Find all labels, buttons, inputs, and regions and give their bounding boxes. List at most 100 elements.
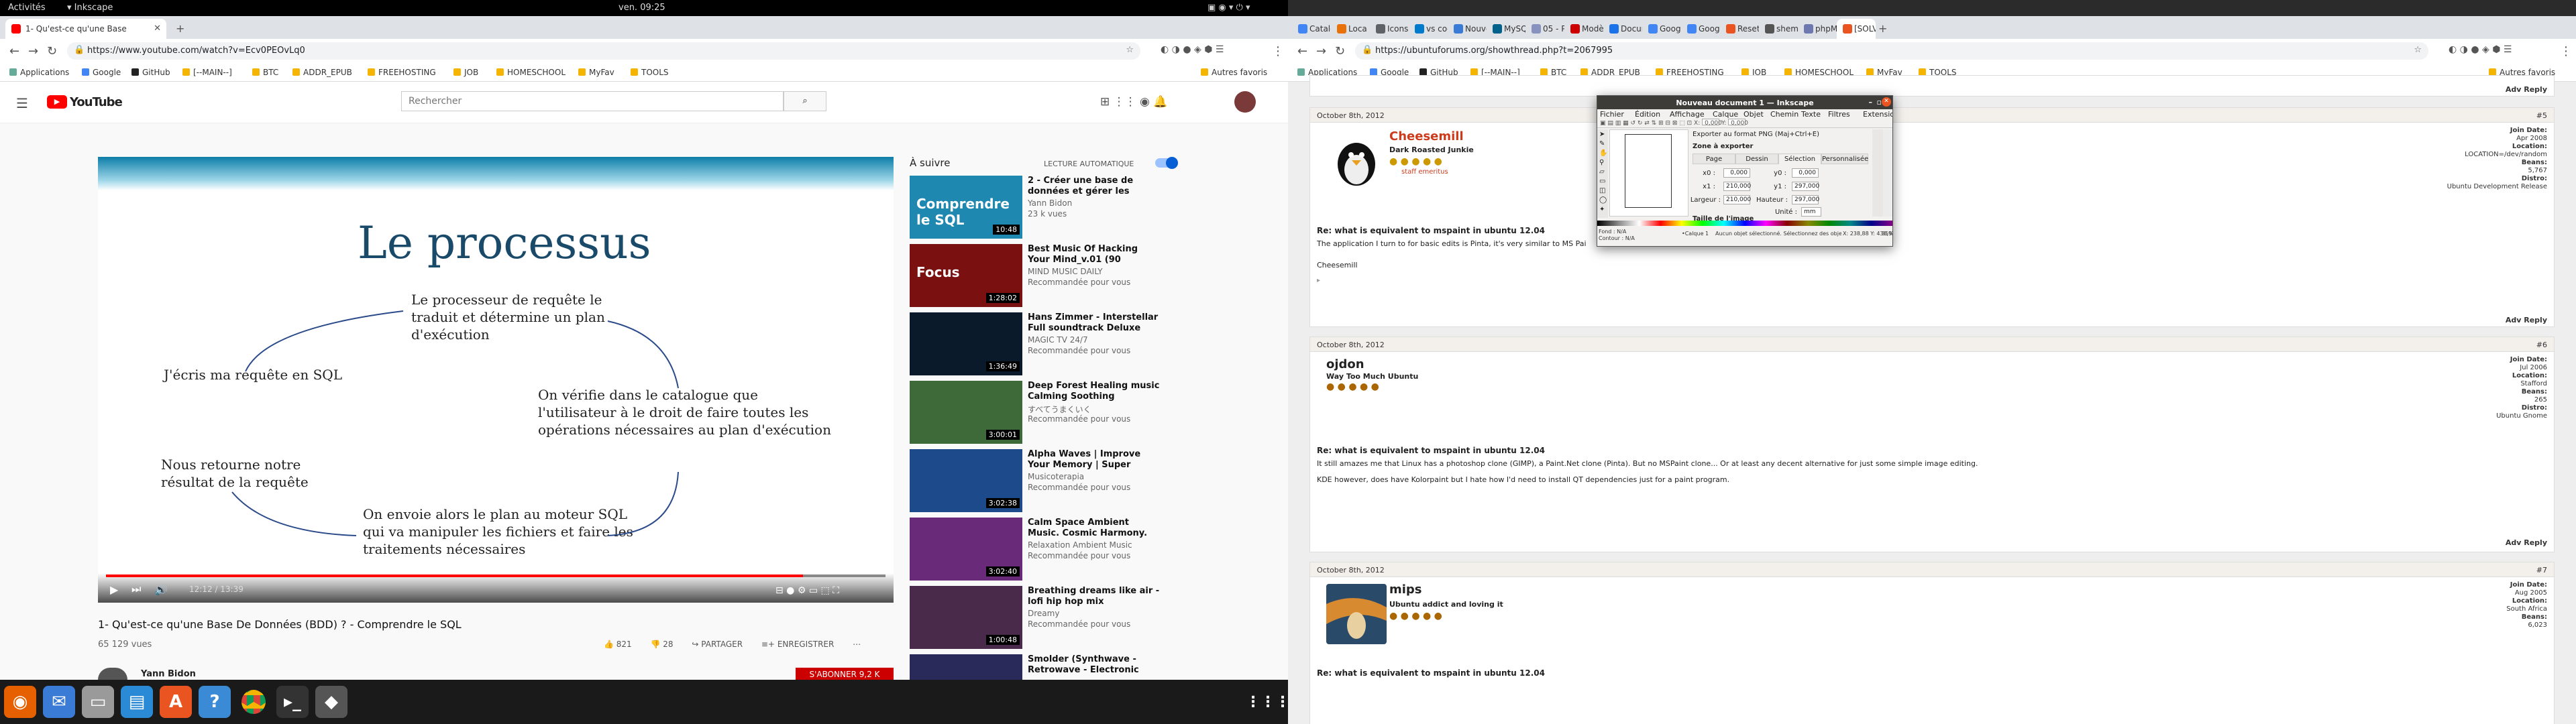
bookmark-job[interactable]: JOB [453, 68, 478, 77]
adv-reply-button[interactable]: Adv Reply [2506, 316, 2547, 324]
bookmark-myfav[interactable]: MyFav [578, 68, 614, 77]
suggestion-item[interactable]: Focus 1:28:02 Best Music Of Hacking Your M… [910, 244, 1272, 308]
youtube-logo-icon[interactable]: ▶ [47, 95, 67, 109]
firefox-icon[interactable]: ◉ [4, 686, 36, 718]
inkscape-toolbar[interactable]: ▣ ▤ ▥ ▦ ↺ ↻ ⇄ ⇅ ⊞ ⊟ ⊠ ⬚ ⊡ X: 0,000 Y: 0,… [1597, 119, 1892, 128]
y1-input[interactable]: 297,000 [1792, 182, 1819, 191]
browser-tab[interactable]: phpMy [1798, 19, 1837, 39]
username[interactable]: ojdon [1326, 357, 1364, 371]
subscribe-button[interactable]: S'ABONNER 9,2 K [796, 668, 894, 680]
menu-item-5[interactable]: Chemin [1770, 110, 1799, 119]
unit-select[interactable]: mm [1801, 207, 1821, 217]
export-tab-page[interactable]: Page [1693, 154, 1735, 164]
suggestion-title[interactable]: 2 - Créer une base de données et gérer l… [1028, 176, 1162, 197]
tab-youtube[interactable]: 1- Qu'est-ce qu'une Base ✕ [5, 19, 166, 39]
header-icons[interactable]: ⊞ ⋮⋮ ◉ 🔔 [1100, 95, 1167, 109]
browser-tab[interactable]: Modèle [1564, 19, 1603, 39]
bookmark-homeschool[interactable]: HOMESCHOOL [496, 68, 566, 77]
suggestion-title[interactable]: Alpha Waves | Improve Your Memory | Supe… [1028, 449, 1162, 471]
files-icon[interactable]: ▭ [82, 686, 114, 718]
search-button[interactable]: ⌕ [784, 91, 826, 111]
minimize-icon[interactable]: – [1869, 98, 1873, 107]
reload-icon[interactable]: ↻ [47, 44, 57, 58]
suggestion-thumbnail[interactable]: Comprendre le SQL 10:48 [910, 176, 1022, 239]
bookmark-btc[interactable]: BTC [252, 68, 278, 77]
x1-input[interactable]: 210,000 [1723, 182, 1751, 191]
post-number[interactable]: #5 [2536, 111, 2547, 120]
menu-item-3[interactable]: Calque [1713, 110, 1738, 119]
progress-bar[interactable] [106, 575, 885, 577]
export-tab-selection[interactable]: Sélection [1778, 154, 1821, 164]
user-avatar[interactable] [1326, 584, 1387, 644]
menu-item-0[interactable]: Fichier [1600, 110, 1624, 119]
new-tab-icon[interactable]: + [176, 22, 184, 35]
clock[interactable]: ven. 09:25 [619, 3, 665, 13]
select-tool-icon[interactable]: ➤ [1599, 131, 1605, 138]
reload-icon[interactable]: ↻ [1335, 44, 1345, 58]
suggestion-item[interactable]: 3:02:40 Calm Space Ambient Music. Cosmic … [910, 518, 1272, 582]
writer-icon[interactable]: ▤ [121, 686, 153, 718]
terminal-icon[interactable]: ▸_ [276, 686, 309, 718]
menu-icon[interactable]: ⋮ [1272, 44, 1284, 58]
inkscape-icon[interactable]: ◆ [315, 686, 347, 718]
bookmark-addr-epub[interactable]: ADDR_EPUB [292, 68, 352, 77]
zoom-level[interactable]: 35% [1882, 231, 1892, 237]
system-tray-icons[interactable]: ▣ ◉ ▾ ⏻ ▾ [1208, 3, 1250, 13]
suggestion-thumbnail[interactable] [910, 654, 1022, 680]
activities-button[interactable]: Activités [8, 3, 46, 13]
avatar[interactable] [1234, 91, 1256, 113]
post-number[interactable]: #6 [2536, 341, 2547, 349]
user-avatar[interactable] [1326, 129, 1387, 190]
play-icon[interactable]: ▶ [110, 583, 118, 596]
suggestion-title[interactable]: Breathing dreams like air - lofi hip hop… [1028, 586, 1162, 607]
forward-icon[interactable]: → [28, 44, 38, 58]
channel-name[interactable]: Yann Bidon [141, 669, 196, 679]
browser-tab[interactable]: 05 - PH [1525, 19, 1564, 39]
back-icon[interactable]: ← [9, 44, 19, 58]
menu-item-4[interactable]: Objet [1743, 110, 1764, 119]
expand-icon[interactable]: ▸ [1317, 277, 1320, 284]
browser-tab[interactable]: Docum [1603, 19, 1642, 39]
search-input[interactable] [401, 91, 784, 111]
layer-select[interactable]: •Calque 1 [1682, 231, 1709, 237]
suggestion-title[interactable]: Deep Forest Healing music Calming Soothi… [1028, 381, 1162, 402]
share-button[interactable]: ↪ PARTAGER [692, 640, 743, 649]
like-button[interactable]: 👍 821 [604, 640, 632, 649]
new-tab-icon[interactable]: + [1878, 22, 1887, 35]
menu-item-8[interactable]: Extensions [1863, 110, 1892, 119]
address-bar[interactable]: 🔒 https://www.youtube.com/watch?v=Ecv0PE… [67, 42, 1140, 60]
chrome-icon[interactable] [237, 686, 270, 718]
commands-bar[interactable] [1872, 129, 1883, 217]
export-tab-drawing[interactable]: Dessin [1735, 154, 1778, 164]
autoplay-toggle[interactable] [1155, 157, 1178, 169]
suggestion-title[interactable]: Smolder (Synthwave - Retrowave - Electro… [1028, 654, 1162, 676]
browser-tab[interactable]: shemu [1759, 19, 1798, 39]
browser-tab[interactable]: vs code [1409, 19, 1448, 39]
suggestion-thumbnail[interactable]: 3:02:40 [910, 518, 1022, 581]
menu-item-1[interactable]: Édition [1635, 110, 1660, 119]
suggestion-item[interactable]: 3:00:01 Deep Forest Healing music Calming… [910, 381, 1272, 445]
suggestion-item[interactable]: 1:00:48 Breathing dreams like air - lofi … [910, 586, 1272, 650]
bookmark-star-icon[interactable]: ☆ [1126, 45, 1134, 55]
menu-icon[interactable]: ⋮ [2560, 44, 2572, 58]
dislike-button[interactable]: 👎 28 [651, 640, 674, 649]
suggestion-item[interactable]: 1:36:49 Hans Zimmer - Interstellar Full s… [910, 312, 1272, 377]
height-input[interactable]: 297,000 [1792, 195, 1819, 204]
suggestion-title[interactable]: Best Music Of Hacking Your Mind_v.01 (90… [1028, 244, 1162, 265]
post-number[interactable]: #7 [2536, 566, 2547, 575]
bookmark-applications[interactable]: Applications [9, 68, 69, 77]
browser-tab[interactable]: Loca [1331, 19, 1370, 39]
close-icon[interactable]: ✕ [1882, 97, 1891, 107]
menu-item-7[interactable]: Filtres [1828, 110, 1850, 119]
address-bar[interactable]: 🔒 https://ubuntuforums.org/showthread.ph… [1355, 42, 2428, 60]
browser-tab[interactable]: Google [1642, 19, 1681, 39]
menu-item-2[interactable]: Affichage [1670, 110, 1705, 119]
canvas[interactable] [1609, 129, 1688, 217]
username[interactable]: mips [1389, 583, 1422, 597]
channel-avatar[interactable] [98, 668, 127, 680]
forward-icon[interactable]: → [1316, 44, 1326, 58]
video-player[interactable]: Le processus Le processeur de requête le… [98, 157, 894, 603]
bookmark-github[interactable]: GitHub [131, 68, 170, 77]
browser-tab[interactable]: Catalog [1292, 19, 1331, 39]
player-right-icons[interactable]: ⊟ ● ⚙ ▭ ⬚ ⛶ [775, 585, 839, 596]
